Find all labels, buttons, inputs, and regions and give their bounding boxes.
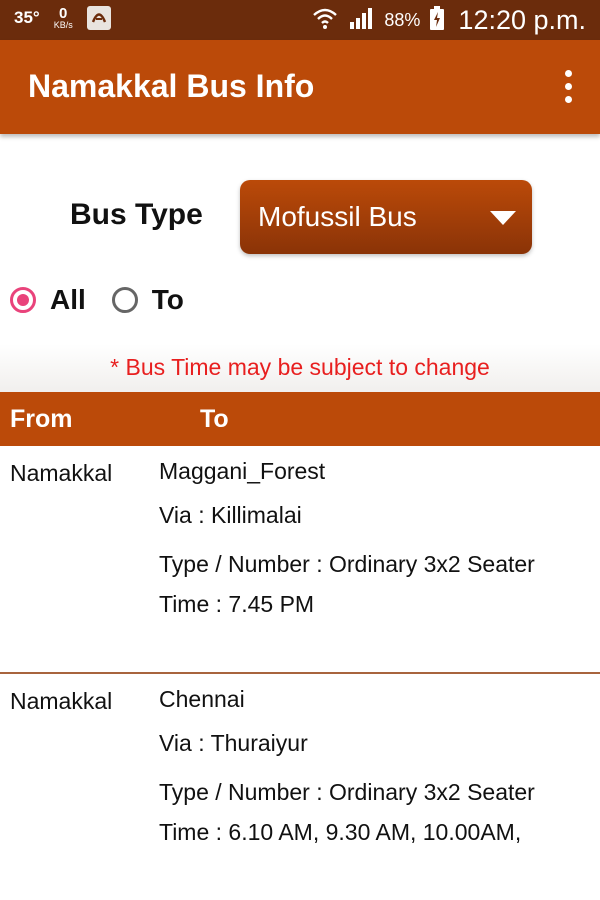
row-type-number: Type / Number : Ordinary 3x2 Seater <box>159 779 535 805</box>
radio-to[interactable]: To <box>111 284 184 316</box>
radio-unchecked-icon[interactable] <box>111 287 138 313</box>
row-from: Namakkal <box>10 460 113 486</box>
radio-all[interactable]: All <box>10 284 86 316</box>
clock: 12:20 p.m. <box>458 5 586 35</box>
row-time: Time : 7.45 PM <box>159 591 315 617</box>
network-speed: 0 KB/s <box>54 6 73 30</box>
app-title: Namakkal Bus Info <box>28 68 315 104</box>
battery-charging-icon <box>430 6 445 35</box>
dropdown-arrow-icon <box>490 211 516 225</box>
row-via: Via : Thuraiyur <box>159 730 308 756</box>
column-header-to: To <box>200 405 229 433</box>
row-type-number: Type / Number : Ordinary 3x2 Seater <box>159 551 535 577</box>
row-destination: Chennai <box>159 686 245 712</box>
column-header-from: From <box>10 405 73 433</box>
table-header: From To <box>0 392 600 446</box>
radio-to-label[interactable]: To <box>152 284 184 316</box>
radio-checked-icon[interactable] <box>10 287 36 313</box>
temperature-readout: 35° <box>14 8 40 27</box>
row-details: Maggani_Forest Via : Killimalai Type / N… <box>159 456 589 633</box>
bus-type-label: Bus Type <box>70 198 203 231</box>
row-time: Time : 6.10 AM, 9.30 AM, 10.00AM, <box>159 819 522 845</box>
row-via: Via : Killimalai <box>159 502 302 528</box>
table-row[interactable]: Namakkal Chennai Via : Thuraiyur Type / … <box>0 674 600 900</box>
radio-all-label[interactable]: All <box>50 284 86 316</box>
network-speed-value: 0 <box>59 5 68 22</box>
direction-filter: All To <box>10 284 210 316</box>
app-bar: Namakkal Bus Info <box>0 40 600 134</box>
overflow-menu-icon[interactable] <box>558 70 578 104</box>
signal-strength-icon <box>348 6 374 35</box>
network-speed-unit: KB/s <box>53 20 73 30</box>
status-bar: 35° 0 KB/s 88% 12:20 p.m. <box>0 0 600 40</box>
bus-type-selected-value: Mofussil Bus <box>258 201 417 232</box>
schedule-notice: * Bus Time may be subject to change <box>110 354 490 380</box>
row-destination: Maggani_Forest <box>159 458 326 484</box>
table-row[interactable]: Namakkal Maggani_Forest Via : Killimalai… <box>0 446 600 672</box>
battery-percentage: 88% <box>384 10 421 30</box>
row-from: Namakkal <box>10 688 113 714</box>
wifi-icon <box>312 6 338 35</box>
row-details: Chennai Via : Thuraiyur Type / Number : … <box>159 684 589 861</box>
notification-app-icon <box>86 6 111 30</box>
bus-type-dropdown[interactable]: Mofussil Bus <box>240 180 532 254</box>
